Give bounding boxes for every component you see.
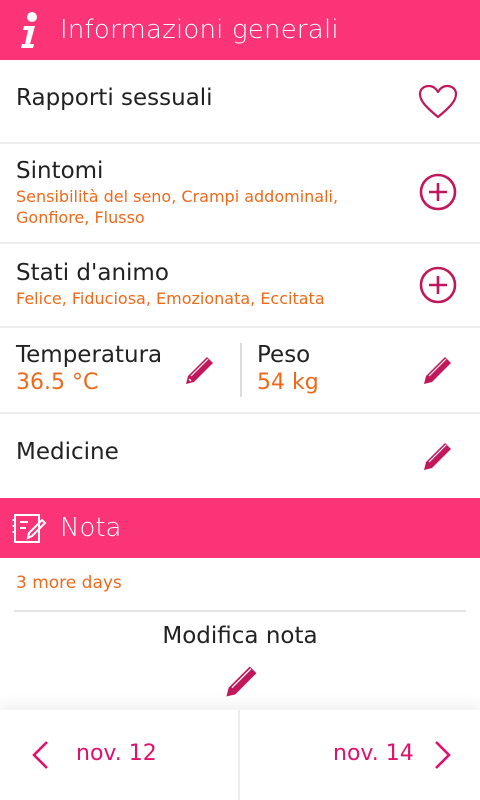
page-title: Informazioni generali: [60, 15, 339, 45]
medicine-title: Medicine: [16, 439, 119, 465]
add-symptom-icon[interactable]: [416, 170, 460, 214]
previous-day-label: nov. 12: [76, 741, 157, 766]
edit-medicine-pencil-icon[interactable]: [416, 434, 460, 478]
app-header: Informazioni generali: [0, 0, 480, 60]
note-meta-text: 3 more days: [16, 573, 122, 593]
note-section-header: Nota: [0, 498, 480, 558]
sex-row[interactable]: Rapporti sessuali: [0, 60, 480, 144]
bottom-day-navigation: nov. 12 nov. 14: [0, 710, 480, 800]
measurement-divider: [240, 343, 242, 397]
add-mood-icon[interactable]: [416, 263, 460, 307]
symptoms-row[interactable]: Sintomi Sensibilità del seno, Crampi add…: [0, 144, 480, 244]
weight-title: Peso: [257, 342, 311, 368]
moods-detail: Felice, Fiduciosa, Emozionata, Eccitata: [16, 289, 325, 308]
medicine-row[interactable]: Medicine: [0, 414, 480, 498]
symptoms-detail: Sensibilità del seno, Crampi addominali,…: [16, 187, 339, 227]
sex-title: Rapporti sessuali: [16, 85, 213, 111]
next-day-button[interactable]: nov. 14: [240, 710, 480, 800]
heart-outline-icon[interactable]: [416, 80, 460, 124]
moods-row[interactable]: Stati d'animo Felice, Fiduciosa, Emozion…: [0, 244, 480, 328]
note-section-title: Nota: [60, 513, 122, 543]
edit-temperature-pencil-icon[interactable]: [178, 348, 222, 392]
note-divider: [14, 610, 466, 612]
info-icon: [0, 0, 60, 60]
chevron-left-icon: [32, 741, 48, 769]
weight-value: 54 kg: [257, 370, 319, 395]
chevron-right-icon: [435, 741, 451, 769]
moods-title: Stati d'animo: [16, 260, 169, 286]
edit-note-label[interactable]: Modifica nota: [0, 623, 480, 649]
next-day-label: nov. 14: [333, 741, 414, 766]
note-edit-icon: [0, 498, 60, 558]
symptoms-title: Sintomi: [16, 158, 104, 184]
temperature-title: Temperatura: [16, 342, 163, 368]
edit-weight-pencil-icon[interactable]: [416, 348, 460, 392]
temperature-value: 36.5 °C: [16, 370, 99, 395]
previous-day-button[interactable]: nov. 12: [0, 710, 240, 800]
edit-note-pencil-icon[interactable]: [222, 661, 262, 701]
